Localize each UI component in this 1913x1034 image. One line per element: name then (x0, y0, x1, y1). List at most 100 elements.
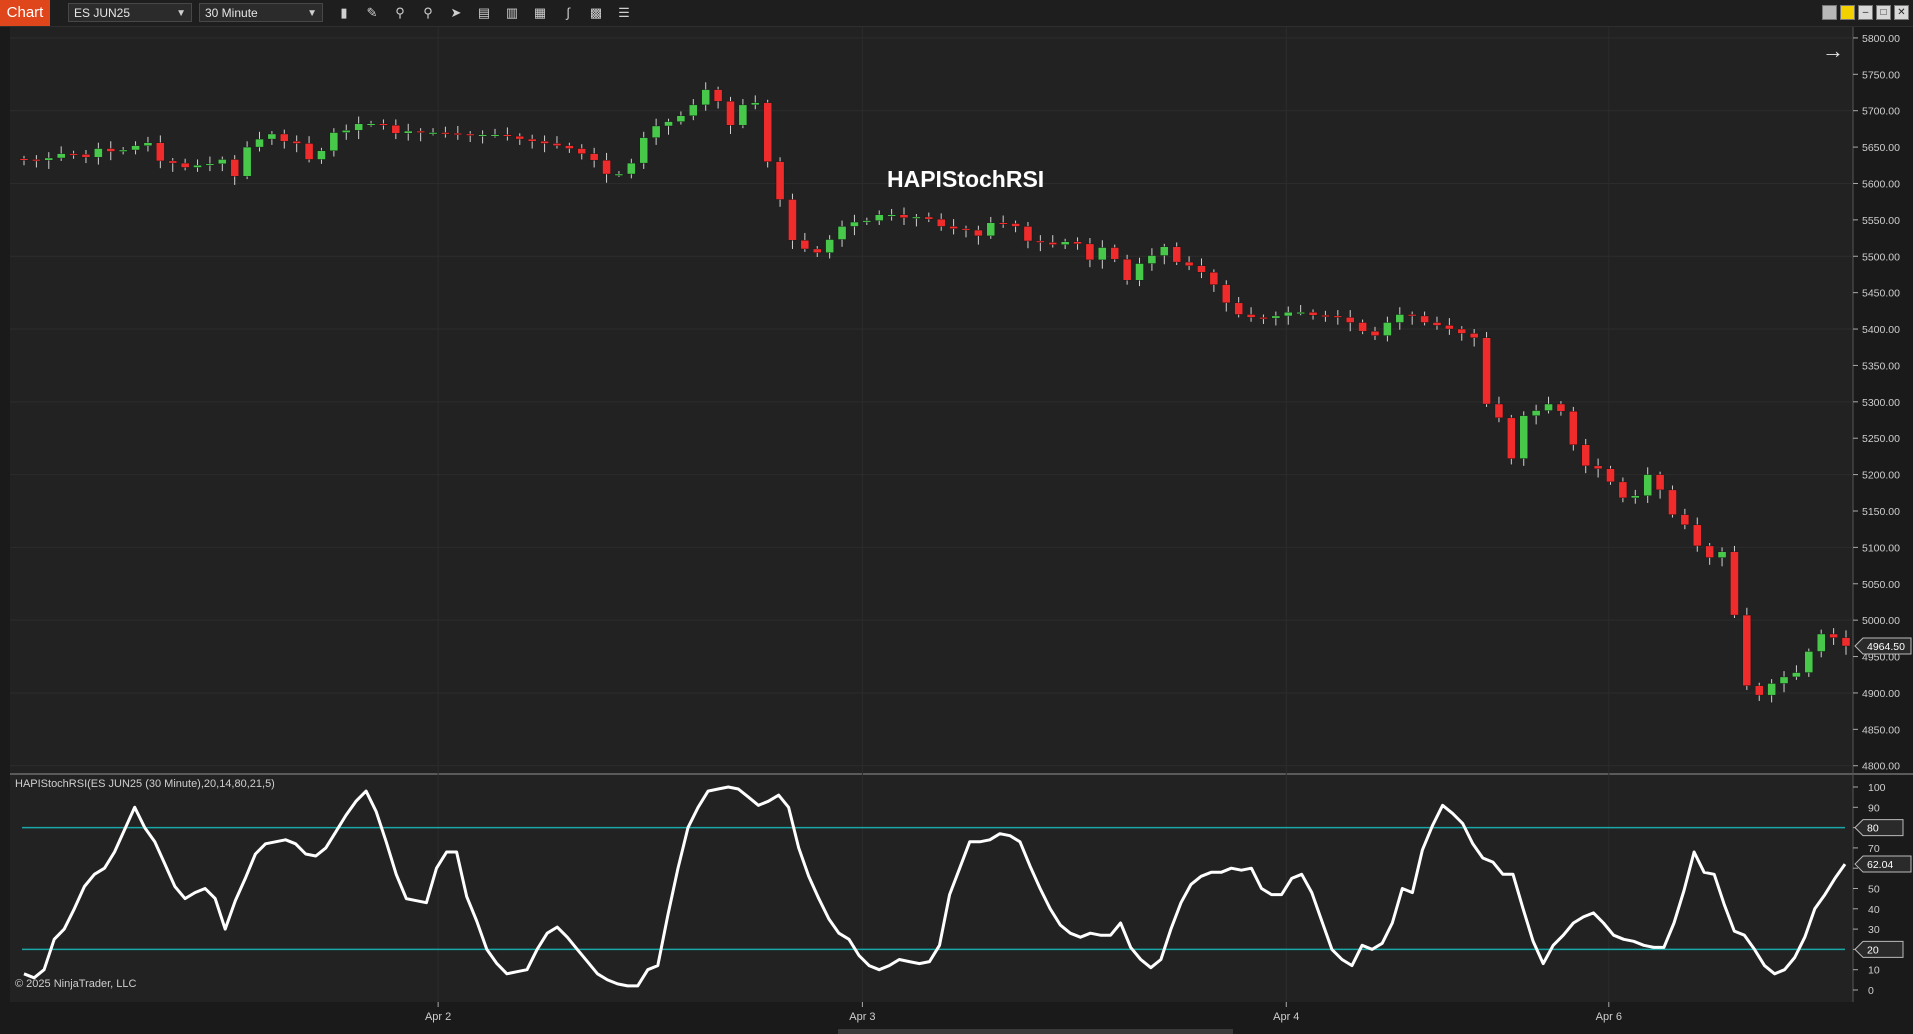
instrument-value: ES JUN25 (74, 6, 131, 20)
candle-body (1333, 315, 1343, 318)
candle-body (379, 123, 388, 126)
candle-body (1234, 302, 1243, 315)
candle-body (1284, 312, 1293, 317)
candle-body (329, 132, 339, 151)
indicators-icon[interactable]: ∫ (558, 4, 578, 22)
candle-body (651, 125, 661, 138)
strategies-icon[interactable]: ▦ (530, 4, 550, 22)
candle-body (404, 130, 413, 134)
maximize-button[interactable]: □ (1876, 5, 1891, 20)
candle-body (800, 240, 810, 250)
y-tick-label: 5200.00 (1862, 470, 1900, 482)
x-tick-label: Apr 2 (425, 1011, 451, 1023)
candle-body (552, 143, 562, 146)
pencil-icon[interactable]: ✎ (362, 4, 382, 22)
y-tick-label: 5150.00 (1862, 506, 1900, 518)
candle-body (292, 141, 301, 144)
ind-y-tick-label: 70 (1868, 843, 1880, 855)
y-tick-label: 5000.00 (1862, 615, 1900, 627)
candle-body (912, 216, 921, 219)
candle-body (974, 229, 983, 237)
window-gray-button[interactable] (1822, 5, 1837, 20)
zoom-in-icon[interactable]: ⚲ (390, 4, 410, 22)
y-tick-label: 5650.00 (1862, 142, 1900, 154)
candle-body (416, 130, 425, 133)
candle-body (763, 102, 772, 162)
properties-sheet-icon[interactable]: ▩ (586, 4, 606, 22)
candle-body (441, 132, 450, 135)
candle-body (527, 138, 537, 142)
candle-body (1085, 243, 1095, 261)
y-tick-label: 5400.00 (1862, 324, 1900, 336)
minimize-button[interactable]: – (1858, 5, 1873, 20)
candle-body (924, 216, 934, 220)
candle-body (1445, 325, 1454, 330)
candle-body (1060, 241, 1070, 245)
level-label: 20 (1867, 944, 1879, 956)
candle-body (1259, 317, 1268, 320)
candle-body (193, 165, 202, 168)
candle-body (118, 149, 128, 152)
y-tick-label: 5450.00 (1862, 288, 1900, 300)
candle-body (1693, 524, 1702, 547)
candle-body (1036, 240, 1045, 243)
indicator-panel (10, 775, 1853, 1002)
list-icon[interactable]: ☰ (614, 4, 634, 22)
candle-body (751, 102, 760, 106)
properties-icon[interactable]: ▥ (502, 4, 522, 22)
ind-y-tick-label: 40 (1868, 904, 1880, 916)
candle-body (664, 121, 673, 127)
candle-body (168, 160, 177, 164)
candle-body (81, 154, 91, 158)
candle-body (69, 153, 78, 156)
candle-body (689, 104, 698, 116)
candle-body (825, 239, 834, 253)
candle-body (738, 104, 748, 126)
candle-body (1767, 683, 1776, 696)
candle-body (936, 218, 946, 227)
candle-body (998, 222, 1008, 225)
candle-body (1420, 315, 1429, 323)
candle-body (94, 148, 103, 158)
level-label: 80 (1867, 823, 1879, 835)
pointer-icon[interactable]: ➤ (446, 4, 466, 22)
interval-selector[interactable]: 30 Minute ▼ (199, 3, 323, 22)
data-box-icon[interactable]: ▤ (474, 4, 494, 22)
x-tick-label: Apr 4 (1273, 1011, 1299, 1023)
candle-body (1011, 223, 1020, 227)
instrument-selector[interactable]: ES JUN25 ▼ (68, 3, 192, 22)
interval-value: 30 Minute (205, 6, 258, 20)
y-tick-label: 5600.00 (1862, 178, 1900, 190)
candle-body (1160, 246, 1169, 256)
candle-body (180, 162, 190, 168)
candle-body (1246, 314, 1256, 318)
bar-type-icon[interactable]: ▮ (334, 4, 354, 22)
candle-body (44, 157, 54, 161)
candle-body (1110, 247, 1119, 260)
close-button[interactable]: ✕ (1894, 5, 1909, 20)
y-tick-label: 5750.00 (1862, 69, 1900, 81)
candle-body (1643, 474, 1652, 496)
candle-body (1804, 651, 1814, 673)
candle-body (1135, 263, 1144, 281)
candle-body (676, 115, 686, 122)
y-tick-label: 4900.00 (1862, 688, 1900, 700)
candle-body (1680, 514, 1690, 526)
y-tick-label: 5300.00 (1862, 397, 1900, 409)
arrow-right-icon[interactable]: → (1822, 38, 1844, 64)
candle-body (775, 161, 785, 200)
ind-y-tick-label: 0 (1868, 985, 1874, 997)
candle-body (317, 150, 326, 160)
horizontal-scrollbar[interactable] (838, 1029, 1233, 1034)
candle-body (837, 226, 847, 240)
candle-body (106, 148, 115, 152)
chart-tab[interactable]: Chart (0, 0, 50, 26)
zoom-out-icon[interactable]: ⚲ (418, 4, 438, 22)
candle-body (813, 248, 822, 253)
window-link-button[interactable] (1840, 5, 1855, 20)
level-tag (1854, 819, 1904, 837)
y-tick-label: 5050.00 (1862, 579, 1900, 591)
last-price-label: 4964.50 (1867, 641, 1905, 653)
ind-y-tick-label: 100 (1868, 782, 1886, 794)
candle-body (503, 134, 512, 137)
